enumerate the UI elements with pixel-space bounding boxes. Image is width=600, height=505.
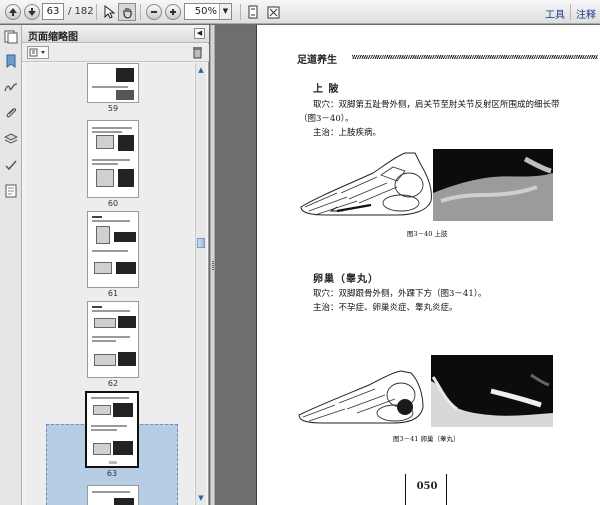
comments-tab[interactable]	[3, 157, 19, 173]
options-menu-button[interactable]	[27, 46, 49, 59]
page-thumbnail[interactable]	[87, 120, 139, 198]
reflex-zone-marker	[397, 399, 413, 415]
hand-icon	[122, 7, 132, 19]
signatures-tab[interactable]	[3, 79, 19, 95]
pen-check-icon	[5, 160, 17, 171]
document-page: 足道养生 上 陂 取穴：双脚第五趾骨外侧，肩关节至肘关节反射区所围成的细长带 （…	[256, 25, 600, 505]
page-number-input[interactable]: 63	[42, 3, 64, 20]
comment-menu[interactable]: 注释	[576, 6, 596, 21]
arrow-down-icon	[28, 8, 36, 16]
attachments-tab[interactable]	[3, 105, 19, 121]
expand-icon	[267, 6, 279, 18]
previous-page-button[interactable]	[5, 4, 21, 20]
select-tool-button[interactable]	[100, 3, 118, 21]
zoom-select[interactable]: 50% ▼	[184, 3, 232, 20]
layers-icon	[4, 133, 18, 144]
panel-toolbar	[22, 44, 209, 62]
section-title: 上 陂	[313, 84, 340, 95]
trash-icon	[193, 47, 202, 59]
content-tab[interactable]	[3, 183, 19, 199]
thumbnail-label: 59	[107, 104, 119, 113]
thumbnail-list[interactable]: 59 60 61 62 63	[26, 63, 194, 505]
zoom-out-button[interactable]	[146, 4, 162, 20]
scroll-down-icon[interactable]: ▼	[196, 493, 206, 503]
toolbar-separator	[570, 4, 571, 20]
page-thumbnails-tab[interactable]	[3, 29, 19, 45]
collapse-panel-button[interactable]: ◀	[194, 28, 205, 39]
navigation-strip	[0, 25, 22, 505]
thumbnail-label: 63	[106, 469, 118, 478]
options-icon	[29, 48, 45, 57]
section-title: 卵巢（睾丸）	[313, 274, 379, 285]
scroll-up-icon[interactable]: ▲	[196, 65, 206, 75]
foot-skeleton-illustration	[298, 370, 424, 424]
page-thumbnail[interactable]	[87, 63, 139, 103]
thumbnails-panel: 页面缩略图 ◀ 59 60 61 62 63 ▲ ▼	[22, 25, 209, 505]
document-icon	[5, 184, 17, 198]
panel-header: 页面缩略图 ◀	[22, 25, 209, 43]
paperclip-icon	[6, 108, 17, 118]
page-total: / 182	[68, 6, 94, 17]
thumbnail-scrollbar[interactable]: ▲ ▼	[195, 63, 206, 505]
page-number: 050	[416, 481, 438, 492]
text-line: 取穴：双脚第五趾骨外侧，肩关节至肘关节反射区所围成的细长带	[313, 100, 560, 110]
text-line: 取穴：双脚跟骨外侧，外踝下方（图3－41）。	[313, 289, 487, 299]
chevron-down-icon[interactable]: ▼	[219, 4, 231, 19]
page-thumbnail[interactable]	[87, 301, 139, 378]
toolbar-separator	[240, 4, 241, 20]
running-header-title: 足道养生	[297, 55, 337, 66]
fit-page-icon	[248, 5, 258, 19]
foot-photo	[433, 149, 553, 221]
document-view[interactable]: 足道养生 上 陂 取穴：双脚第五趾骨外侧，肩关节至肘关节反射区所围成的细长带 （…	[216, 25, 600, 505]
arrow-up-icon	[9, 8, 17, 16]
scrollbar-thumb[interactable]	[197, 238, 205, 248]
thumbnail-label: 60	[107, 199, 119, 208]
bookmarks-tab[interactable]	[3, 53, 19, 69]
panel-splitter[interactable]	[210, 25, 215, 505]
cursor-arrow-icon	[104, 5, 115, 19]
bookmark-icon	[6, 54, 16, 68]
page-number-box: 050	[405, 474, 447, 505]
foot-photo-illustration	[431, 355, 553, 427]
text-line: 主治：不孕症、卵巢炎症、睾丸炎症。	[313, 303, 458, 313]
thumbnail-label: 62	[107, 379, 119, 388]
hand-tool-button[interactable]	[118, 3, 136, 21]
tools-menu[interactable]: 工具	[545, 6, 565, 21]
zoom-in-button[interactable]	[165, 4, 181, 20]
text-line: （图3－40）。	[299, 114, 354, 124]
toolbar: 63 / 182 50% ▼ 工具 注释	[0, 0, 600, 24]
page-thumbnail[interactable]	[87, 211, 139, 288]
delete-page-button[interactable]	[192, 46, 203, 62]
panel-title: 页面缩略图	[28, 32, 78, 43]
figure-caption: 图3－41 卵巢（睾丸）	[393, 435, 460, 443]
signature-icon	[4, 83, 18, 92]
pages-icon	[4, 30, 18, 44]
plus-icon	[170, 9, 176, 15]
toolbar-separator	[140, 4, 141, 20]
fit-width-button[interactable]	[264, 3, 282, 21]
thumbnail-label: 61	[107, 289, 119, 298]
text-line: 主治：上肢疾病。	[313, 128, 382, 138]
foot-skeleton-illustration	[300, 152, 432, 216]
page-thumbnail[interactable]	[87, 485, 139, 505]
next-page-button[interactable]	[24, 4, 40, 20]
splitter-grip-icon[interactable]	[212, 261, 214, 271]
zoom-value: 50%	[194, 6, 217, 17]
minus-icon	[151, 11, 157, 13]
figure-caption: 图3－40 上肢	[407, 230, 448, 238]
foot-photo-illustration	[433, 149, 553, 221]
header-rule	[352, 55, 598, 59]
page-thumbnail-current[interactable]	[85, 391, 139, 468]
fit-page-button[interactable]	[244, 3, 262, 21]
toolbar-separator	[96, 4, 97, 20]
foot-photo	[431, 355, 553, 427]
layers-tab[interactable]	[3, 131, 19, 147]
